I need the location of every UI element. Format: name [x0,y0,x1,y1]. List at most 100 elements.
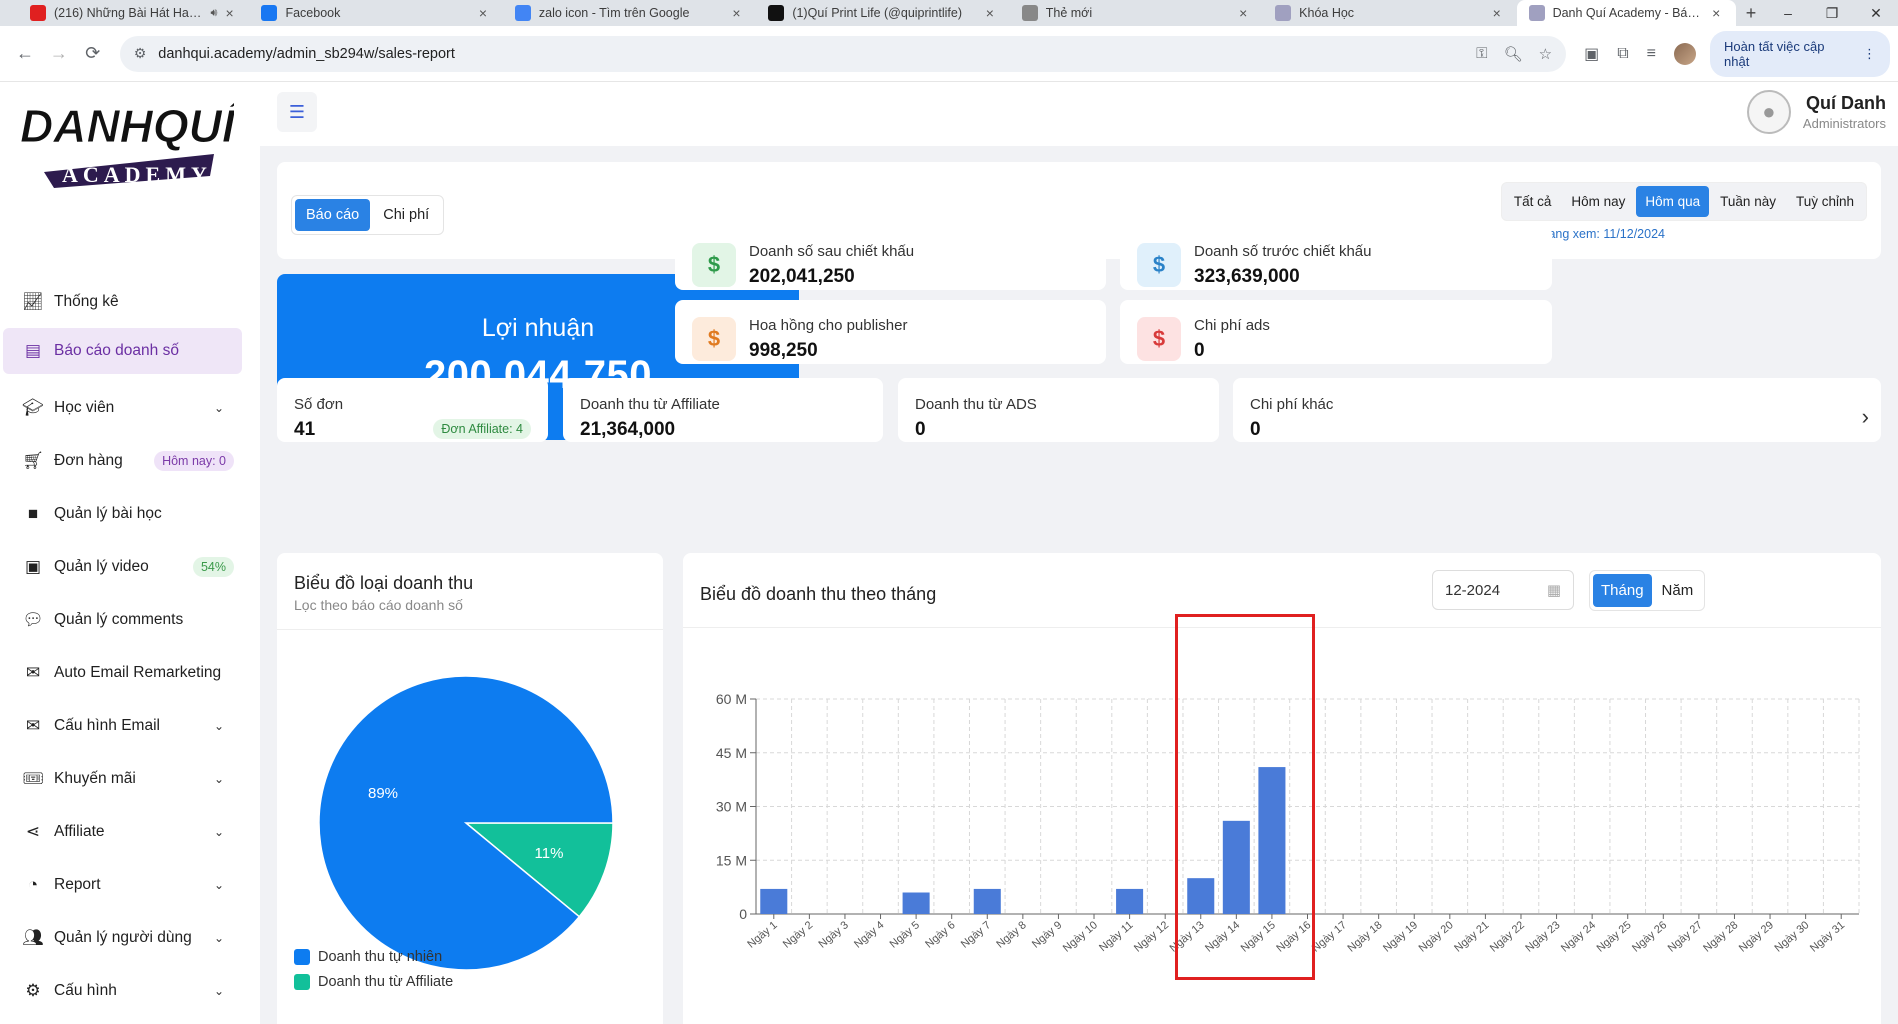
cart-icon: 🛒︎ [22,450,44,470]
sidebar-item-khuyến-mãi[interactable]: 🎟︎ Khuyến mãi ⌄ [0,752,260,805]
media-icon[interactable]: ≡ [1647,45,1656,63]
forward-icon[interactable]: → [42,37,76,71]
tab-period-0[interactable]: Tháng [1593,574,1652,607]
zoom-icon[interactable]: 🔍︎ [1504,45,1523,63]
x-tick-label: Ngày 3 [816,919,850,951]
close-icon[interactable]: × [1493,5,1505,21]
pie-slice-label: 11% [535,845,564,862]
chevron-down-icon[interactable]: ⌄ [214,931,224,945]
url-field[interactable]: ⚙ danhqui.academy/admin_sb294w/sales-rep… [119,35,1567,72]
profile-avatar[interactable] [1674,42,1696,65]
browser-tab[interactable]: Danh Quí Academy - Báo cáo d × [1516,0,1737,26]
browser-tab[interactable]: (1)Quí Print Life (@quiprintlife) × [756,0,1009,26]
sidebar-item-auto-email-remarketing[interactable]: ✉ Auto Email Remarketing [0,646,260,699]
bar-chart-title: Biểu đồ doanh thu theo tháng [700,584,937,604]
sidebar-item-report[interactable]: ◔ Report ⌄ [0,858,260,911]
sidebar-item-đơn-hàng[interactable]: 🛒︎ Đơn hàng Hôm nay: 0 [0,434,260,487]
divider [277,629,663,630]
pie-legend: Doanh thu tự nhiên Doanh thu từ Affiliate [294,949,453,999]
browser-tab[interactable]: zalo icon - Tìm trên Google × [503,0,756,26]
legend-item[interactable]: Doanh thu tự nhiên [294,949,453,965]
tab-date-range-0[interactable]: Tất cả [1505,186,1561,217]
user-role: Administrators [1802,116,1886,131]
close-icon[interactable]: × [1712,5,1724,21]
chevron-right-icon[interactable]: › [1862,404,1869,430]
key-icon[interactable]: ⚿ [1476,45,1487,63]
browser-tab-title: (216) Những Bài Hát Hay Nhất [54,6,203,20]
sidebar-item-báo-cáo-doanh-số[interactable]: ▤ Báo cáo doanh số [3,328,242,374]
restore-icon[interactable]: ❐ [1810,0,1854,26]
star-icon[interactable]: ☆ [1539,45,1552,63]
tab-report-type-1[interactable]: Chi phí [372,199,440,231]
sidebar-item-quản-lý-người-dùng[interactable]: 👥︎ Quản lý người dùng ⌄ [0,911,260,964]
x-tick-label: Ngày 24 [1559,919,1598,955]
extension-icon[interactable]: ▣ [1584,44,1599,64]
sidebar-item-cấu-hình[interactable]: ⚙ Cấu hình ⌄ [0,964,260,1017]
browser-tab[interactable]: (216) Những Bài Hát Hay Nhất 🔊︎ × [0,0,249,26]
summary-label: Số đơn [294,396,344,413]
chevron-down-icon[interactable]: ⌄ [214,401,224,415]
browser-tab[interactable]: Facebook × [249,0,502,26]
sidebar-item-quản-lý-bài-học[interactable]: ■ Quản lý bài học [0,487,260,540]
bar[interactable] [1116,888,1144,914]
user-avatar[interactable]: ● [1746,90,1791,134]
bar[interactable] [973,888,1001,914]
kebab-menu-icon[interactable]: ⋮ [1863,46,1876,62]
bar[interactable] [902,892,930,915]
legend-item[interactable]: Doanh thu từ Affiliate [294,974,453,990]
tab-date-range-3[interactable]: Tuần này [1711,186,1785,217]
browser-tab[interactable]: Khóa Học × [1263,0,1516,26]
user-menu[interactable]: ● Quí Danh Administrators [1746,90,1886,134]
pie-slice[interactable] [318,675,614,971]
close-icon[interactable]: × [479,5,491,21]
site-icon [1275,5,1292,21]
tab-period-1[interactable]: Năm [1654,574,1702,607]
tiktok-icon [768,5,785,21]
sidebar-item-quản-lý-video[interactable]: ▣ Quản lý video 54% [0,540,260,593]
tab-date-range-1[interactable]: Hôm nay [1562,186,1634,217]
sidebar-item-label: Báo cáo doanh số [54,342,179,359]
chevron-down-icon[interactable]: ⌄ [214,878,224,892]
tab-date-range-2[interactable]: Hôm qua [1636,186,1710,217]
tab-report-type-0[interactable]: Báo cáo [295,199,371,231]
audio-icon[interactable]: 🔊︎ [211,7,218,20]
sidebar-item-quản-lý-comments[interactable]: 💬︎ Quản lý comments [0,593,260,646]
site-info-icon[interactable]: ⚙ [134,45,147,62]
update-button[interactable]: Hoàn tất việc cập nhật ⋮ [1710,30,1890,77]
puzzle-icon[interactable]: ⧉ [1617,45,1628,63]
sidebar-item-cấu-hình-email[interactable]: ✉ Cấu hình Email ⌄ [0,699,260,752]
x-tick-label: Ngày 9 [1030,919,1064,951]
minimize-icon[interactable]: – [1766,0,1810,26]
chevron-down-icon[interactable]: ⌄ [214,984,224,998]
back-icon[interactable]: ← [8,37,42,71]
sidebar-item-thống-kê[interactable]: 📈︎ Thống kê [0,275,260,328]
sidebar-item-label: Khuyến mãi [54,769,136,787]
new-tab-icon[interactable]: + [1736,0,1766,26]
highlight-annotation-box [1175,614,1315,980]
close-icon[interactable]: × [225,5,237,21]
sidebar-item-affiliate[interactable]: ⋖ Affiliate ⌄ [0,805,260,858]
browser-tab[interactable]: Thẻ mới × [1010,0,1263,26]
calendar-icon[interactable]: ▦ [1547,581,1561,599]
sidebar-item-học-viên[interactable]: 🎓︎ Học viên ⌄ [0,381,260,434]
brand-logo[interactable]: DANHQUÍ ACADEMY [14,96,234,192]
close-icon[interactable]: × [732,5,744,21]
gear-icon: ⚙ [25,980,41,1000]
progress-badge: 54% [192,556,234,577]
chevron-down-icon[interactable]: ⌄ [214,772,224,786]
close-icon[interactable]: × [986,5,998,21]
x-tick-label: Ngày 27 [1666,919,1705,955]
month-picker[interactable]: 12-2024 ▦ [1432,570,1574,610]
close-icon[interactable]: × [1239,5,1251,21]
sidebar: DANHQUÍ ACADEMY 📈︎ Thống kê ▤ Báo cáo doanh… [0,82,260,1024]
chevron-down-icon[interactable]: ⌄ [214,825,224,839]
menu-toggle-icon[interactable]: ☰ [277,92,317,132]
summary-card: Chi phí khác 0 › [1233,378,1881,442]
chevron-down-icon[interactable]: ⌄ [214,719,224,733]
bar[interactable] [760,888,788,914]
reload-icon[interactable]: ⟳ [76,37,110,71]
close-window-icon[interactable]: ✕ [1854,0,1898,26]
tab-date-range-4[interactable]: Tuỳ chỉnh [1787,186,1863,217]
stat-card: $ Chi phí ads 0 [1120,300,1552,364]
sidebar-item-label: Auto Email Remarketing [54,663,222,681]
